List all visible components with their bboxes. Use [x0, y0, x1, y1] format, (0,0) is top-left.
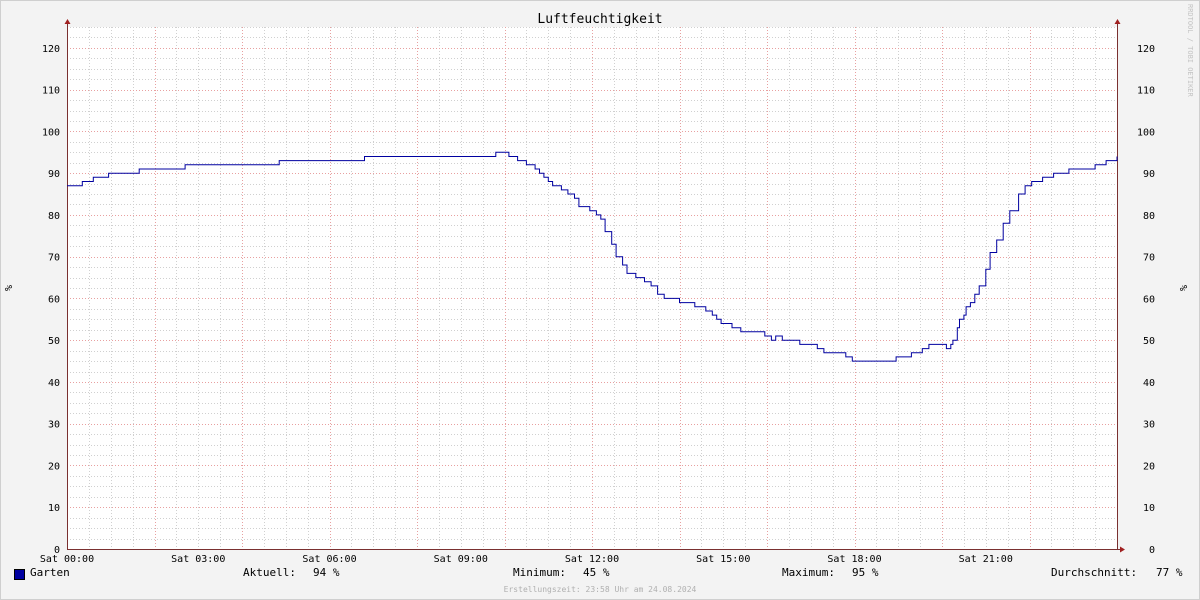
- legend-max-value: 95 %: [852, 566, 879, 579]
- humidity-chart: 0 10 20 30 40 50 60 70 80 90 100 110 120 0 10 20 30 40 50…: [4, 12, 1188, 565]
- y-tick-label: 90: [48, 169, 60, 180]
- y-tick-label: 110: [42, 86, 60, 97]
- y-tick-label: 120: [1137, 44, 1155, 55]
- legend-current-label: Aktuell:: [243, 566, 296, 579]
- y-tick-label: 40: [1143, 378, 1155, 389]
- x-tick-label: Sat 06:00: [302, 554, 356, 565]
- y-tick-label: 80: [48, 211, 60, 222]
- y-axis-label-right: %: [1177, 285, 1188, 291]
- legend-min-value: 45 %: [583, 566, 610, 579]
- legend: Garten Aktuell: 94 % Minimum: 45 % Maxim…: [0, 566, 1200, 584]
- y-tick-labels-right: 0 10 20 30 40 50 60 70 80 90 100 110 120: [1137, 44, 1155, 556]
- legend-swatch: [14, 569, 25, 580]
- footer-timestamp: Erstellungszeit: 23:58 Uhr am 24.08.2024: [503, 585, 697, 594]
- y-axis-arrow-left: [64, 19, 71, 24]
- x-tick-label: Sat 12:00: [565, 554, 619, 565]
- x-tick-label: Sat 21:00: [959, 554, 1013, 565]
- y-tick-label: 70: [1143, 253, 1155, 264]
- legend-avg-value: 77 %: [1156, 566, 1183, 579]
- y-tick-label: 30: [1143, 420, 1155, 431]
- legend-min-label: Minimum:: [513, 566, 566, 579]
- y-tick-label: 20: [1143, 461, 1155, 472]
- y-tick-label: 60: [48, 294, 60, 305]
- legend-current-value: 94 %: [313, 566, 340, 579]
- chart-title: Luftfeuchtigkeit: [537, 12, 662, 27]
- y-tick-labels-left: 0102030405060708090100110120: [42, 44, 60, 556]
- y-tick-label: 10: [1143, 503, 1155, 514]
- x-tick-label: Sat 03:00: [171, 554, 225, 565]
- y-axis-arrow-right: [1114, 19, 1121, 24]
- y-tick-label: 10: [48, 503, 60, 514]
- watermark: RRDTOOL / TOBI OETIKER: [1186, 4, 1194, 97]
- x-tick-label: Sat 00:00: [40, 554, 94, 565]
- y-tick-label: 70: [48, 253, 60, 264]
- y-tick-label: 20: [48, 461, 60, 472]
- x-axis-arrow: [1120, 546, 1125, 553]
- y-tick-label: 120: [42, 44, 60, 55]
- y-tick-label: 80: [1143, 211, 1155, 222]
- legend-series-name: Garten: [30, 566, 70, 579]
- y-tick-label: 110: [1137, 86, 1155, 97]
- y-tick-label: 100: [1137, 127, 1155, 138]
- x-tick-label: Sat 15:00: [696, 554, 750, 565]
- y-tick-label: 50: [48, 336, 60, 347]
- y-tick-label: 60: [1143, 294, 1155, 305]
- legend-avg-label: Durchschnitt:: [1051, 566, 1138, 579]
- legend-max-label: Maximum:: [782, 566, 835, 579]
- y-axis-label-left: %: [4, 285, 15, 291]
- y-tick-label: 50: [1143, 336, 1155, 347]
- y-tick-label: 100: [42, 127, 60, 138]
- x-tick-label: Sat 18:00: [827, 554, 881, 565]
- x-tick-label: Sat 09:00: [434, 554, 488, 565]
- y-tick-label: 30: [48, 420, 60, 431]
- y-tick-label: 0: [1149, 545, 1155, 556]
- x-tick-labels: Sat 00:00 Sat 03:00 Sat 06:00 Sat 09:00 Sat …: [40, 554, 1013, 565]
- y-tick-label: 40: [48, 378, 60, 389]
- y-tick-label: 90: [1143, 169, 1155, 180]
